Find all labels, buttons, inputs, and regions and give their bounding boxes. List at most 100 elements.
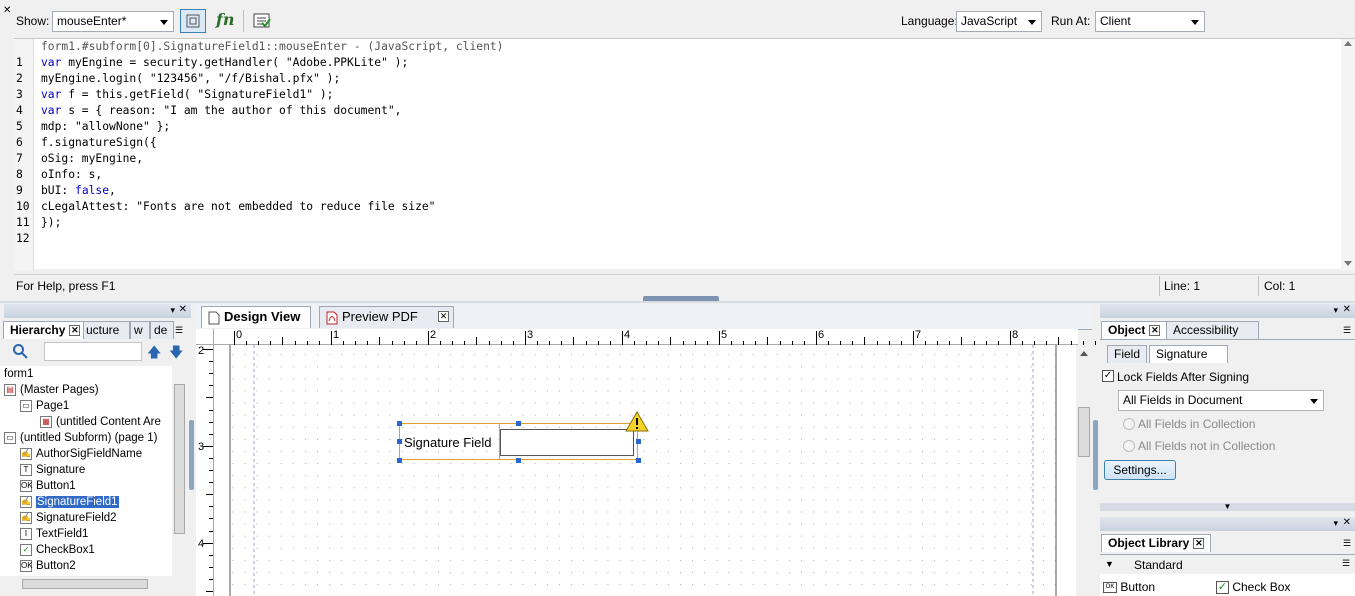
selection-handle[interactable] (397, 458, 402, 463)
ruler-minor-tick (512, 341, 514, 345)
language-select[interactable]: JavaScript (956, 11, 1042, 32)
panel-menu-icon[interactable]: ☰ (1342, 558, 1350, 569)
editor-vertical-scrollbar[interactable] (1341, 39, 1355, 270)
show-select[interactable]: mouseEnter* (52, 11, 174, 32)
ruler-label: 4 (198, 538, 205, 550)
expand-panel-bar[interactable]: ▼ (1100, 503, 1355, 511)
design-canvas[interactable] (196, 330, 1078, 596)
close-icon[interactable]: ✕ (1343, 517, 1351, 528)
tree-item[interactable]: form1 (4, 366, 33, 382)
hierarchy-toolbar: 🡅 🡇 (0, 339, 191, 365)
lock-fields-checkbox[interactable]: ✓ (1102, 370, 1114, 382)
tree-item[interactable]: ▭ Page1 (20, 398, 69, 414)
tree-item[interactable]: ▭ (untitled Subform) (page 1) (4, 430, 157, 446)
ruler-label: 2 (430, 329, 437, 341)
tab-accessibility-label: Accessibility (1173, 323, 1239, 337)
scroll-down-icon[interactable] (1344, 261, 1352, 266)
tab-accessibility[interactable]: Accessibility (1166, 321, 1260, 339)
search-icon[interactable] (12, 343, 28, 362)
scroll-up-icon[interactable] (1344, 41, 1352, 46)
close-icon[interactable]: ✕ (1193, 538, 1205, 550)
tab-structure[interactable]: ucture (83, 321, 130, 339)
settings-button[interactable]: Settings... (1104, 460, 1176, 480)
tab-preview-pdf[interactable]: Preview PDF ✕ (319, 306, 454, 328)
close-icon[interactable]: ✕ (1149, 325, 1161, 337)
panel-menu-icon[interactable]: ▾ (1333, 305, 1338, 316)
panel-collapse-handle[interactable] (189, 420, 194, 490)
library-item-checkbox[interactable]: ✓ Check Box (1216, 580, 1291, 595)
arrow-up-icon[interactable]: 🡅 (147, 342, 161, 366)
ruler-tick (622, 331, 623, 345)
signature-field[interactable]: Signature Field (399, 423, 638, 460)
library-item-button[interactable]: OK Button (1103, 580, 1155, 594)
library-item-checkbox-label: Check Box (1232, 580, 1291, 594)
close-icon[interactable]: ✕ (1343, 304, 1351, 315)
tab-hierarchy[interactable]: Hierarchy ✕ (3, 321, 88, 339)
panel-menu-icon[interactable]: ☰ (1343, 325, 1351, 336)
tree-vertical-scrollbar[interactable] (172, 366, 187, 576)
tab-view[interactable]: w (130, 321, 150, 339)
radio-not-in-collection[interactable] (1123, 440, 1135, 452)
ruler-minor-tick (355, 341, 357, 345)
tab-object-library[interactable]: Object Library ✕ (1101, 534, 1212, 552)
subtab-field[interactable]: Field (1107, 345, 1148, 363)
subtab-field-label: Field (1114, 347, 1141, 361)
selection-handle[interactable] (636, 458, 641, 463)
subtab-signature[interactable]: Signature (1149, 345, 1229, 363)
ruler-minor-tick (561, 341, 563, 345)
selection-handle[interactable] (516, 421, 521, 426)
tree-item[interactable]: OK Button2 (20, 558, 76, 574)
selection-handle[interactable] (516, 458, 521, 463)
canvas-vertical-scrollbar[interactable] (1076, 345, 1092, 596)
function-icon[interactable]: fn (216, 10, 235, 29)
tab-design-view[interactable]: Design View (201, 306, 312, 328)
arrow-down-icon[interactable]: 🡇 (169, 342, 183, 366)
tab-data[interactable]: de (150, 321, 174, 339)
tab-preview-pdf-label: Preview PDF (342, 309, 418, 324)
tree-item[interactable]: ✓ CheckBox1 (20, 542, 95, 558)
scroll-thumb[interactable] (1078, 407, 1090, 457)
splitter[interactable] (0, 301, 1355, 303)
scroll-thumb[interactable] (174, 384, 185, 534)
radio-in-collection[interactable] (1123, 418, 1135, 430)
field-scope-select[interactable]: All Fields in Document (1118, 390, 1324, 411)
run-at-select[interactable]: Client (1095, 11, 1205, 32)
ruler-corner (196, 329, 214, 345)
selection-handle[interactable] (397, 439, 402, 444)
panel-menu-icon[interactable]: ▾ (1333, 518, 1338, 529)
panel-menu-icon[interactable]: ▾ (170, 305, 175, 316)
tree-item[interactable]: ✍ AuthorSigFieldName (20, 446, 142, 462)
warning-icon[interactable] (625, 411, 649, 436)
chevron-down-icon (1028, 20, 1036, 25)
tab-object[interactable]: Object ✕ (1101, 321, 1168, 339)
run-at-value: Client (1100, 14, 1131, 28)
library-category[interactable]: ▼ Standard ☰ (1100, 554, 1355, 574)
tree-item[interactable]: ▦ (untitled Content Are (40, 414, 161, 430)
script-editor[interactable]: form1.#subform[0].SignatureField1::mouse… (14, 38, 1355, 270)
scroll-up-icon[interactable] (1080, 351, 1088, 356)
panel-menu-icon[interactable]: ☰ (175, 325, 183, 336)
close-icon[interactable]: ✕ (3, 5, 11, 16)
selection-handle[interactable] (636, 439, 641, 444)
close-icon[interactable]: ✕ (438, 311, 449, 322)
tree-item[interactable]: OK Button1 (20, 478, 76, 494)
ruler-tick (719, 331, 720, 345)
line-number: 11 (16, 216, 30, 229)
scroll-thumb[interactable] (22, 579, 148, 589)
selection-handle[interactable] (397, 421, 402, 426)
tree-item[interactable]: ✍ SignatureField2 (20, 510, 117, 526)
script-editor-button[interactable] (180, 9, 206, 33)
tree-item[interactable]: I TextField1 (20, 526, 88, 542)
tree-item[interactable]: ▤ (Master Pages) (4, 382, 99, 398)
vertical-ruler: 2 3 4 (196, 345, 214, 596)
search-input[interactable] (44, 342, 142, 361)
hierarchy-panel-header: ▾ ✕ (4, 304, 191, 318)
close-icon[interactable]: ✕ (179, 304, 187, 315)
panel-collapse-handle[interactable] (1093, 420, 1098, 490)
close-icon[interactable]: ✕ (69, 325, 81, 337)
check-syntax-icon[interactable] (253, 12, 271, 33)
tree-item[interactable]: T Signature (20, 462, 85, 478)
tree-item[interactable]: ✍ SignatureField1 (20, 494, 119, 510)
panel-menu-icon[interactable]: ☰ (1343, 538, 1351, 549)
tree-horizontal-scrollbar[interactable] (0, 576, 187, 592)
